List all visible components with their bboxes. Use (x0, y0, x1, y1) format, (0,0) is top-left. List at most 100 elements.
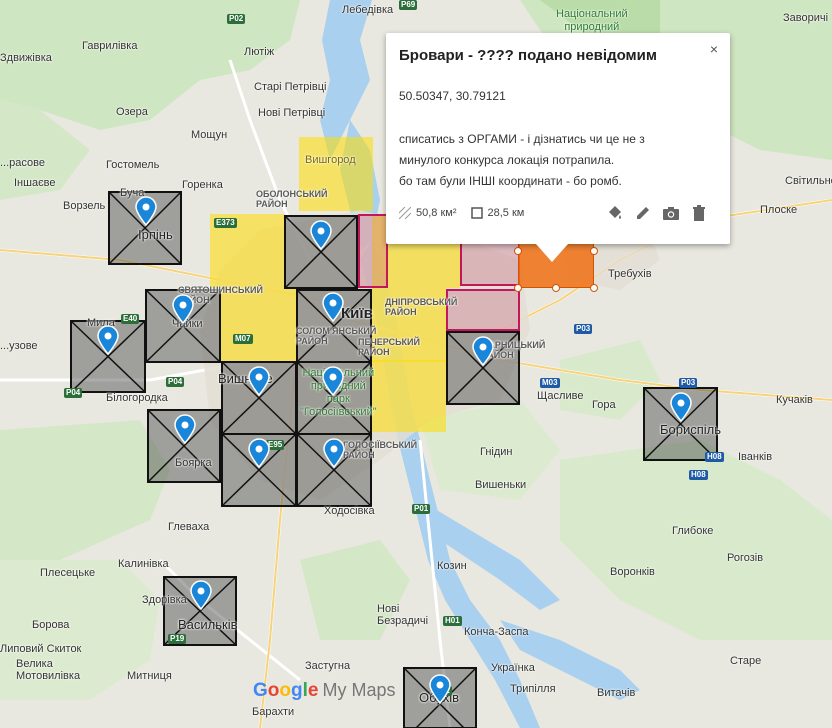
yellow-square[interactable] (372, 360, 446, 432)
place-label: Бориспіль (660, 422, 722, 437)
place-label: Рогозів (727, 552, 764, 564)
pink-square[interactable] (358, 214, 388, 288)
perimeter-measure: 28,5 км (470, 207, 525, 219)
map-pin-icon[interactable] (322, 366, 344, 397)
road-badge: P03 (679, 378, 698, 388)
place-label: Горенка (182, 179, 223, 191)
place-label: Озера (116, 106, 148, 118)
district-label: ГОЛОСІЇВСЬКИЙ РАЙОН (343, 440, 418, 460)
place-label: Лютіж (244, 46, 275, 58)
place-label: Здвижівка (0, 52, 52, 64)
area-icon (399, 207, 411, 219)
map-pin-icon[interactable] (310, 220, 332, 251)
place-label: Заворичі (783, 12, 829, 24)
popup-description: списатись з ОРГАМИ - і дізнатись чи це н… (399, 129, 709, 192)
road-badge: P04 (64, 388, 83, 398)
place-label: Нові Петрівці (258, 107, 326, 119)
map-pin-icon[interactable] (174, 414, 196, 445)
popup-measurements: 50,8 км² 28,5 км (399, 207, 524, 219)
district-label: ПЕЧЕРСЬКИЙ РАЙОН (358, 337, 420, 357)
trash-icon[interactable] (690, 204, 708, 222)
perimeter-icon (470, 207, 483, 219)
road-badge: H01 (443, 616, 462, 626)
road-badge: P02 (227, 14, 246, 24)
map-pin-icon[interactable] (248, 366, 270, 397)
road-badge: H08 (689, 470, 708, 480)
road-badge: M03 (540, 378, 560, 388)
edit-vertex[interactable] (590, 284, 598, 292)
city-label: Київ (341, 305, 373, 322)
road-badge: P04 (166, 377, 185, 387)
map-pin-icon[interactable] (172, 294, 194, 325)
map-pin-icon[interactable] (323, 438, 345, 469)
place-label: Лебедівка (342, 4, 394, 16)
place-label: ...расове (0, 157, 45, 169)
place-label: Боярка (175, 457, 212, 469)
paint-bucket-icon[interactable] (606, 204, 624, 222)
google-my-maps-logo: Google My Maps (253, 680, 396, 701)
place-label: Застугна (305, 660, 351, 672)
road-badge: P19 (168, 634, 187, 644)
road-badge: H08 (705, 452, 724, 462)
feature-info-popup: Бровари - ???? подано невідомим × 50.503… (386, 33, 730, 262)
road-badge: P01 (412, 504, 431, 514)
place-label: Ворзель (63, 200, 106, 212)
place-label: Вишгород (305, 154, 356, 166)
place-label: Щасливе (537, 390, 584, 402)
map-pin-icon[interactable] (670, 392, 692, 423)
place-label: Гнідин (480, 446, 513, 458)
camera-icon[interactable] (662, 204, 680, 222)
place-label: Гора (592, 399, 616, 411)
place-label: Требухів (608, 268, 652, 280)
place-label: Плоске (760, 204, 798, 216)
place-label: Трипілля (510, 683, 556, 695)
place-label: Мощун (191, 129, 228, 141)
popup-coordinates: 50.50347, 30.79121 (399, 89, 506, 103)
edit-vertex[interactable] (514, 284, 522, 292)
popup-title: Бровари - ???? подано невідомим (399, 47, 657, 64)
place-label: Плесецьке (40, 567, 96, 579)
place-label: Гаврилівка (82, 40, 138, 52)
map-pin-icon[interactable] (248, 438, 270, 469)
place-label: Глеваха (168, 521, 210, 533)
place-label: Конча-Заспа (464, 626, 529, 638)
place-label: Іншаєве (14, 177, 56, 189)
map-pin-icon[interactable] (97, 325, 119, 356)
park-label: Національний природний (556, 8, 628, 33)
place-label: Старі Петрівці (254, 81, 327, 93)
pencil-icon[interactable] (634, 204, 652, 222)
place-label: Велика Мотовилівка (16, 658, 81, 682)
place-label: Борова (32, 619, 70, 631)
close-icon[interactable]: × (710, 41, 718, 57)
road-badge: M07 (233, 334, 253, 344)
place-label: Іванків (738, 451, 773, 463)
road-badge: E373 (214, 218, 237, 228)
place-label: ...узове (0, 340, 38, 352)
perimeter-value: 28,5 км (487, 207, 525, 219)
place-label: Глибоке (672, 525, 714, 537)
map-pin-icon[interactable] (322, 292, 344, 323)
place-label: Митниця (127, 670, 172, 682)
place-label: Воронків (610, 566, 655, 578)
area-value: 50,8 км² (416, 207, 457, 219)
edit-vertex[interactable] (514, 247, 522, 255)
place-label: Вишеньки (475, 479, 527, 491)
place-label: Здорівка (142, 594, 187, 606)
place-label: Кучаків (776, 394, 813, 406)
edit-vertex[interactable] (552, 284, 560, 292)
place-label: Білогородка (106, 392, 168, 404)
place-label: Барахти (252, 706, 295, 718)
edit-vertex[interactable] (590, 247, 598, 255)
map-pin-icon[interactable] (429, 674, 451, 705)
place-label: Витачів (597, 687, 636, 699)
place-label: Липовий Скиток (0, 643, 82, 655)
road-badge: E40 (121, 314, 140, 324)
map-pin-icon[interactable] (472, 336, 494, 367)
place-label: Ходосівка (324, 505, 375, 517)
map-pin-icon[interactable] (190, 580, 212, 611)
place-label: Калинівка (118, 558, 169, 570)
place-label: Васильків (178, 617, 238, 632)
road-badge: P69 (399, 0, 418, 10)
map-pin-icon[interactable] (135, 196, 157, 227)
place-label: Світильне (785, 175, 832, 187)
